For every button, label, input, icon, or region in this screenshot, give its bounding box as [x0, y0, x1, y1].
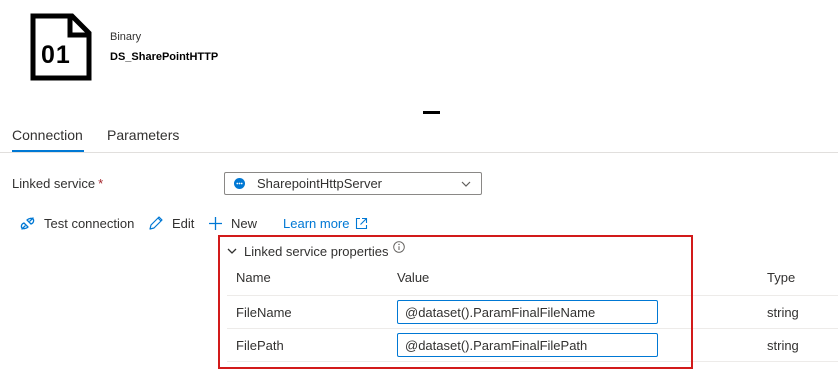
property-type: string: [767, 338, 799, 353]
row-divider: [227, 328, 838, 329]
file-icon-label: 01: [41, 41, 71, 69]
linked-service-label: Linked service *: [12, 176, 103, 191]
chevron-down-icon: [461, 181, 471, 187]
linked-service-dropdown[interactable]: SharepointHttpServer: [224, 172, 482, 195]
row-divider: [227, 295, 838, 296]
edit-pencil-icon: [149, 216, 163, 230]
tab-divider: [0, 152, 838, 153]
external-link-icon: [356, 217, 368, 229]
linked-service-selected-value: SharepointHttpServer: [257, 176, 383, 191]
info-icon[interactable]: [393, 241, 405, 253]
learn-more-link[interactable]: Learn more: [283, 213, 368, 233]
column-header-type: Type: [767, 270, 796, 285]
plus-icon: [209, 216, 222, 230]
test-connection-label: Test connection: [44, 215, 135, 231]
filename-value-input[interactable]: [397, 300, 658, 324]
required-marker: *: [98, 176, 104, 191]
linked-service-properties-toggle[interactable]: Linked service properties: [227, 243, 389, 259]
tab-parameters[interactable]: Parameters: [107, 127, 179, 143]
edit-button[interactable]: Edit: [148, 213, 194, 233]
tab-connection[interactable]: Connection: [12, 127, 83, 143]
property-name: FilePath: [236, 338, 284, 353]
dataset-type: Binary: [110, 31, 142, 43]
test-connection-icon: [20, 216, 35, 230]
properties-title: Linked service properties: [244, 243, 389, 259]
edit-label: Edit: [172, 215, 195, 231]
new-label: New: [231, 215, 258, 231]
learn-more-label: Learn more: [283, 215, 350, 231]
column-header-value: Value: [397, 270, 430, 285]
filepath-value-input[interactable]: [397, 333, 658, 357]
chevron-down-icon: [227, 248, 237, 254]
row-divider: [227, 361, 838, 362]
property-type: string: [767, 305, 799, 320]
dataset-name: DS_SharePointHTTP: [110, 51, 219, 63]
binary-file-icon: 01: [30, 13, 92, 81]
pane-splitter-handle[interactable]: [423, 111, 440, 114]
column-header-name: Name: [236, 270, 271, 285]
linked-service-dot-icon: [234, 178, 245, 189]
test-connection-button[interactable]: Test connection: [19, 213, 134, 233]
property-name: FileName: [236, 305, 292, 320]
linked-service-label-text: Linked service: [12, 176, 96, 191]
new-button[interactable]: New: [208, 213, 257, 233]
